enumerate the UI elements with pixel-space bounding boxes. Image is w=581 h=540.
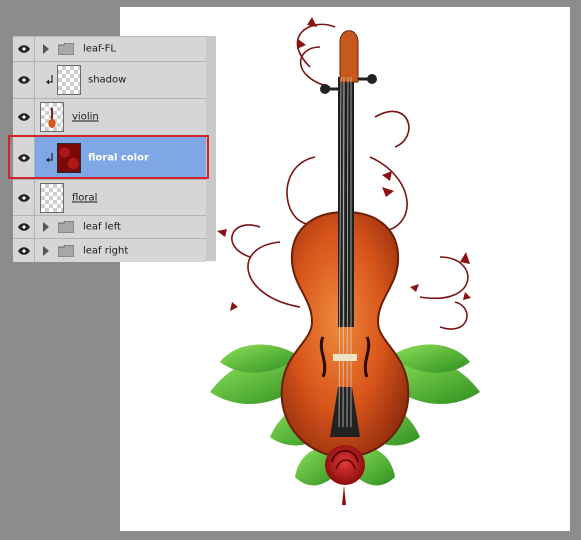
- clipping-arrow-icon: [46, 75, 53, 85]
- layer-row-leaf-right[interactable]: leaf right: [13, 239, 206, 262]
- layer-name: violin: [72, 111, 99, 123]
- eye-icon[interactable]: [18, 45, 30, 53]
- triangle-right-icon[interactable]: [43, 222, 49, 232]
- layer-name: floral: [72, 192, 98, 203]
- layer-row-leaf-left[interactable]: leaf left: [13, 216, 206, 239]
- eye-icon[interactable]: [18, 246, 30, 255]
- eye-icon[interactable]: [18, 113, 30, 121]
- layer-row-leaf-fl[interactable]: leaf-FL: [13, 37, 206, 62]
- layer-name: leaf left: [83, 221, 121, 233]
- folder-icon: [58, 43, 74, 55]
- layer-row-shadow[interactable]: shadow: [13, 62, 206, 99]
- layer-thumbnail: [40, 102, 64, 132]
- triangle-right-icon[interactable]: [43, 245, 49, 256]
- visibility-column: [13, 180, 35, 215]
- triangle-right-icon[interactable]: [43, 44, 49, 54]
- visibility-column: [13, 62, 35, 98]
- rose: [325, 445, 365, 505]
- eye-icon[interactable]: [18, 223, 30, 231]
- layer-name: leaf right: [83, 245, 129, 256]
- visibility-column: [13, 239, 35, 262]
- folder-icon: [58, 244, 74, 257]
- visibility-column: [13, 37, 35, 61]
- layer-row-violin[interactable]: violin: [13, 99, 206, 136]
- layer-thumbnail: [57, 65, 81, 95]
- layer-row-floral[interactable]: floral: [13, 180, 206, 216]
- visibility-column: [13, 216, 35, 238]
- layer-name: leaf-FL: [83, 43, 116, 55]
- eye-icon[interactable]: [18, 193, 30, 202]
- folder-icon: [58, 221, 74, 233]
- annotation-highlight-box: [8, 135, 209, 179]
- layer-name: shadow: [88, 74, 127, 86]
- layer-thumbnail: [40, 182, 64, 213]
- eye-icon[interactable]: [18, 76, 30, 84]
- visibility-column: [13, 99, 35, 135]
